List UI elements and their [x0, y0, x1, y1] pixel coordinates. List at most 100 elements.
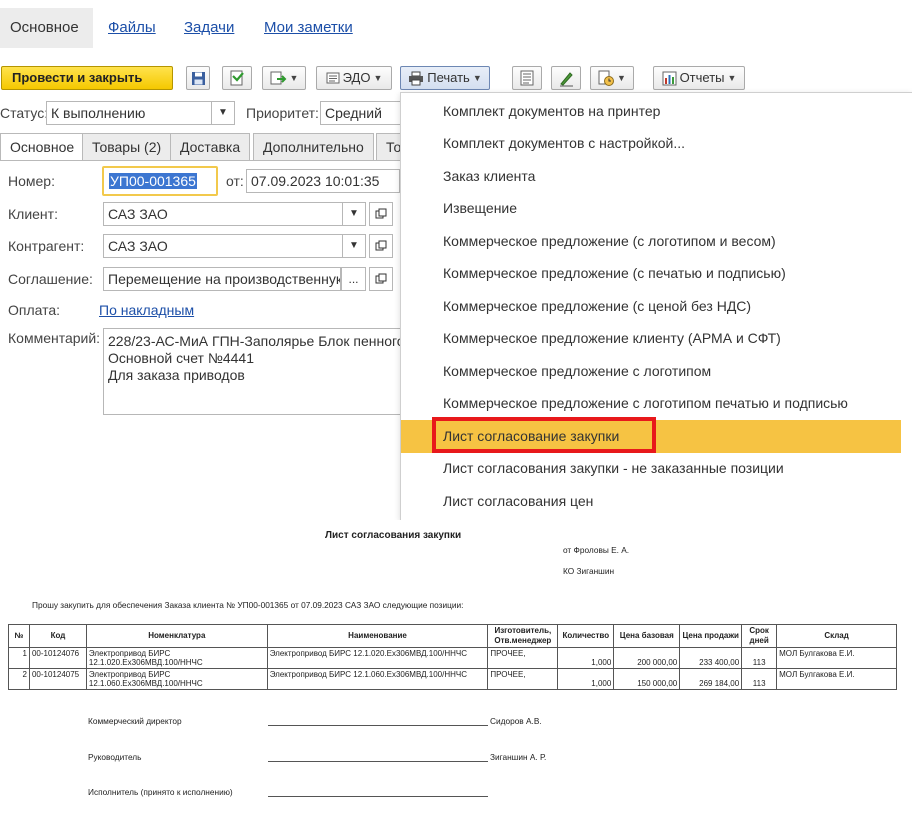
tasks-button[interactable]: ▼: [590, 66, 634, 90]
chevron-down-icon: ▼: [727, 73, 737, 83]
cell: 113: [741, 668, 778, 690]
tab-delivery[interactable]: Доставка: [170, 133, 251, 161]
cell: 00-10124075: [28, 668, 87, 690]
col-header: Цена продажи: [679, 624, 743, 648]
doc-from: от Фроловы Е. А.: [563, 545, 630, 555]
status-field[interactable]: К выполнению: [46, 101, 212, 125]
create-based-on-button[interactable]: ▼: [262, 66, 306, 90]
signature-role: Руководитель: [88, 752, 142, 762]
edo-icon: [326, 72, 340, 84]
tab-additional[interactable]: Дополнительно: [253, 133, 374, 161]
menu-item-offer-logo-weight[interactable]: Коммерческое предложение (с логотипом и …: [443, 225, 776, 257]
comment-line: 228/23-АС-МиА ГПН-Заполярье Блок пенного: [108, 333, 403, 349]
doc-to: КО Зиганшин: [563, 566, 615, 576]
agreement-select-button[interactable]: ...: [341, 267, 366, 291]
status-dropdown-button[interactable]: ▼: [211, 101, 235, 125]
reports-label: Отчеты: [679, 70, 725, 85]
doc-title: Лист согласования закупки: [325, 530, 462, 541]
nav-tab-main[interactable]: Основное: [0, 8, 93, 48]
col-header: Код: [28, 624, 87, 648]
cell: 2: [8, 668, 30, 690]
chevron-down-icon: ▼: [218, 107, 228, 118]
print-menu: Комплект документов на принтер Комплект …: [400, 92, 912, 520]
chevron-down-icon: ▼: [349, 208, 359, 219]
chevron-down-icon: ▼: [617, 73, 626, 83]
highlight-marker: [432, 417, 656, 453]
agreement-label: Соглашение:: [8, 271, 93, 287]
agreement-field[interactable]: Перемещение на производственнук: [103, 267, 341, 291]
signature-role: Коммерческий директор: [88, 716, 182, 726]
doc-request: Прошу закупить для обеспечения Заказа кл…: [32, 600, 464, 610]
edo-label: ЭДО: [342, 70, 371, 85]
comment-line: Основной счет №4441: [108, 350, 254, 366]
col-header: Цена базовая: [613, 624, 681, 648]
post-and-close-button[interactable]: Провести и закрыть: [1, 66, 173, 90]
menu-item-notice[interactable]: Извещение: [443, 192, 517, 224]
open-window-icon: [375, 208, 387, 219]
counterparty-label: Контрагент:: [8, 238, 85, 254]
table-row: 1 00-10124076 Электропривод БИРС 12.1.020…: [8, 647, 897, 669]
bar-chart-icon: [662, 71, 677, 85]
payment-link[interactable]: По накладным: [99, 302, 194, 318]
menu-item-client-order[interactable]: Заказ клиента: [443, 160, 535, 192]
comment-field[interactable]: 228/23-АС-МиА ГПН-Заполярье Блок пенного…: [103, 328, 403, 415]
menu-item-offer-arma-sft[interactable]: Коммерческое предложение клиенту (АРМА и…: [443, 322, 781, 354]
printer-icon: [409, 71, 424, 85]
number-field[interactable]: УП00-001365: [102, 166, 218, 196]
col-header: Номенклатура: [85, 624, 268, 648]
menu-item-docs-set-settings[interactable]: Комплект документов с настройкой...: [443, 127, 685, 159]
client-label: Клиент:: [8, 206, 58, 222]
cell: 1,000: [557, 647, 615, 669]
date-field[interactable]: 07.09.2023 10:01:35: [246, 169, 400, 193]
menu-item-purchase-approval-unordered[interactable]: Лист согласования закупки - не заказанны…: [443, 452, 784, 484]
nav-tab-tasks[interactable]: Задачи: [184, 8, 234, 48]
nav-tab-notes[interactable]: Мои заметки: [264, 8, 353, 48]
col-header: Изготовитель, Отв.менеджер: [487, 624, 559, 648]
edo-button[interactable]: ЭДО ▼: [316, 66, 392, 90]
menu-item-offer-seal-signature[interactable]: Коммерческое предложение (с печатью и по…: [443, 257, 786, 289]
tab-main[interactable]: Основное: [0, 133, 85, 161]
post-button[interactable]: [222, 66, 252, 90]
cell: 1,000: [557, 668, 615, 690]
cell-line: 12.1.060.Ex306МВД.100/ННЧС: [88, 679, 203, 688]
priority-label: Приоритет:: [246, 105, 319, 121]
menu-item-docs-set-printer[interactable]: Комплект документов на принтер: [443, 95, 660, 127]
signature-name: Зиганшин А. Р.: [490, 752, 547, 762]
signature-line: [268, 725, 488, 726]
cell-line: Электропривод БИРС: [88, 670, 171, 679]
print-button[interactable]: Печать ▼: [400, 66, 490, 90]
signature-line: [268, 796, 488, 797]
cell: МОЛ Булгакова Е.И.: [776, 647, 897, 669]
cell: 00-10124076: [28, 647, 87, 669]
reports-button[interactable]: Отчеты ▼: [653, 66, 745, 90]
nav-tab-files[interactable]: Файлы: [108, 8, 156, 48]
client-open-button[interactable]: [369, 202, 393, 226]
client-dropdown-button[interactable]: ▼: [342, 202, 366, 226]
cell: 113: [741, 647, 778, 669]
tab-divider: [0, 160, 402, 161]
create-based-icon: [270, 71, 286, 84]
save-button[interactable]: [186, 66, 210, 90]
date-label: от:: [226, 173, 244, 189]
client-field[interactable]: САЗ ЗАО: [103, 202, 343, 226]
col-header: Количество: [557, 624, 615, 648]
tab-goods[interactable]: Товары (2): [82, 133, 172, 161]
cell: 150 000,00: [613, 668, 681, 690]
tab-more[interactable]: То: [376, 133, 402, 161]
agreement-open-button[interactable]: [369, 267, 393, 291]
comment-label: Комментарий:: [8, 330, 101, 346]
report-structure-button[interactable]: [512, 66, 542, 90]
counterparty-dropdown-button[interactable]: ▼: [342, 234, 366, 258]
col-header: №: [8, 624, 30, 648]
menu-item-offer-logo[interactable]: Коммерческое предложение с логотипом: [443, 355, 711, 387]
priority-field[interactable]: Средний: [320, 101, 402, 125]
cell-line: 12.1.020.Ex306МВД.100/ННЧС: [88, 658, 203, 667]
sign-button[interactable]: [551, 66, 581, 90]
counterparty-open-button[interactable]: [369, 234, 393, 258]
menu-item-price-approval[interactable]: Лист согласования цен: [443, 485, 593, 517]
menu-item-offer-no-vat[interactable]: Коммерческое предложение (с ценой без НД…: [443, 290, 751, 322]
signature-name: Сидоров А.В.: [490, 716, 542, 726]
chevron-down-icon: ▼: [373, 73, 383, 83]
counterparty-field[interactable]: САЗ ЗАО: [103, 234, 343, 258]
menu-item-offer-logo-seal-signature[interactable]: Коммерческое предложение с логотипом печ…: [443, 387, 848, 419]
